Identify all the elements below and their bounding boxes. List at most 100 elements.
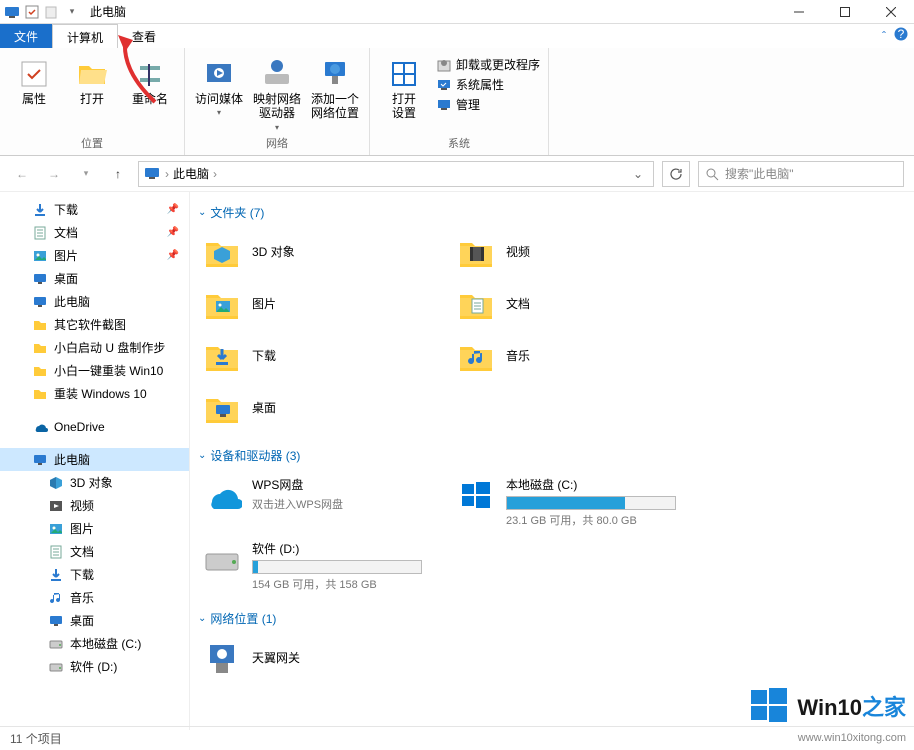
folder-icon bbox=[456, 233, 496, 273]
sidebar-item[interactable]: 此电脑 bbox=[0, 290, 189, 313]
content-pane: ⌄文件夹 (7) 3D 对象 视频图片 文档下载 音乐桌面 ⌄设备和驱动器 (3) W… bbox=[190, 192, 914, 730]
capacity-bar bbox=[506, 496, 676, 510]
address-bar[interactable]: › 此电脑 › ⌄ bbox=[138, 161, 654, 187]
folder-icon bbox=[202, 285, 242, 325]
chevron-down-icon: ⌄ bbox=[198, 207, 206, 218]
sidebar-item[interactable]: 图片 bbox=[0, 517, 189, 540]
search-placeholder: 搜索"此电脑" bbox=[725, 165, 794, 182]
minimize-button[interactable] bbox=[776, 0, 822, 24]
folder-tile[interactable]: 下载 bbox=[198, 333, 452, 381]
tab-computer[interactable]: 计算机 bbox=[52, 24, 118, 48]
folder-tile[interactable]: 3D 对象 bbox=[198, 229, 452, 277]
drive-name: WPS网盘 bbox=[252, 476, 448, 493]
map-drive-button[interactable]: 映射网络 驱动器▾ bbox=[251, 52, 303, 132]
rename-button[interactable]: 重命名 bbox=[124, 52, 176, 106]
close-button[interactable] bbox=[868, 0, 914, 24]
pin-icon: 📌 bbox=[167, 204, 179, 215]
section-folders[interactable]: ⌄文件夹 (7) bbox=[198, 204, 906, 221]
folder-tile[interactable]: 视频 bbox=[452, 229, 706, 277]
sidebar-thispc[interactable]: 此电脑 bbox=[0, 448, 189, 471]
sidebar-item[interactable]: 软件 (D:) bbox=[0, 655, 189, 678]
ribbon-collapse-icon[interactable]: ˆ bbox=[882, 29, 886, 43]
sidebar-item[interactable]: 视频 bbox=[0, 494, 189, 517]
sidebar-item-label: 下载 bbox=[70, 566, 94, 583]
folder-icon bbox=[202, 233, 242, 273]
sidebar-item-label: 文档 bbox=[54, 224, 78, 241]
sidebar-item[interactable]: 下载 bbox=[0, 563, 189, 586]
folder-label: 文档 bbox=[506, 285, 530, 312]
drive-tile[interactable]: 本地磁盘 (C:)23.1 GB 可用，共 80.0 GB bbox=[452, 472, 706, 532]
drive-tile[interactable]: 软件 (D:)154 GB 可用，共 158 GB bbox=[198, 536, 452, 596]
sidebar-item-label: 文档 bbox=[70, 543, 94, 560]
sidebar-item[interactable]: 下载 📌 bbox=[0, 198, 189, 221]
folder-label: 3D 对象 bbox=[252, 233, 295, 260]
sidebar-item[interactable]: 本地磁盘 (C:) bbox=[0, 632, 189, 655]
sidebar-item[interactable]: 桌面 bbox=[0, 609, 189, 632]
drive-icon bbox=[202, 540, 242, 580]
uninstall-button[interactable]: 卸载或更改程序 bbox=[436, 56, 540, 73]
open-settings-button[interactable]: 打开 设置 bbox=[378, 52, 430, 121]
forward-button[interactable]: → bbox=[42, 162, 66, 186]
access-media-button[interactable]: 访问媒体▾ bbox=[193, 52, 245, 117]
sidebar-item[interactable]: 音乐 bbox=[0, 586, 189, 609]
drive-icon bbox=[202, 476, 242, 516]
folder-tile[interactable]: 音乐 bbox=[452, 333, 706, 381]
folder-tile[interactable]: 文档 bbox=[452, 281, 706, 329]
ribbon-group-network: 访问媒体▾ 映射网络 驱动器▾ 添加一个 网络位置 网络 bbox=[185, 48, 370, 155]
drive-sub: 154 GB 可用，共 158 GB bbox=[252, 576, 448, 592]
pin-icon: 📌 bbox=[167, 250, 179, 261]
folder-label: 下载 bbox=[252, 337, 276, 364]
section-network[interactable]: ⌄网络位置 (1) bbox=[198, 610, 906, 627]
sidebar-item[interactable]: 图片 📌 bbox=[0, 244, 189, 267]
breadcrumb[interactable]: 此电脑 bbox=[169, 165, 213, 182]
maximize-button[interactable] bbox=[822, 0, 868, 24]
properties-button[interactable]: 属性 bbox=[8, 52, 60, 106]
tab-file[interactable]: 文件 bbox=[0, 24, 52, 48]
drive-icon bbox=[456, 476, 496, 516]
sidebar-item[interactable]: 3D 对象 bbox=[0, 471, 189, 494]
folder-label: 音乐 bbox=[506, 337, 530, 364]
folder-label: 视频 bbox=[506, 233, 530, 260]
sidebar-item-label: 其它软件截图 bbox=[54, 316, 126, 333]
search-input[interactable]: 搜索"此电脑" bbox=[698, 161, 904, 187]
title-bar: ▾ 此电脑 bbox=[0, 0, 914, 24]
back-button[interactable]: ← bbox=[10, 162, 34, 186]
network-label: 天翼网关 bbox=[252, 639, 300, 666]
refresh-button[interactable] bbox=[662, 161, 690, 187]
sidebar-onedrive[interactable]: OneDrive bbox=[0, 415, 189, 438]
sidebar-item-label: 软件 (D:) bbox=[70, 658, 117, 675]
qat-properties-icon[interactable] bbox=[24, 4, 40, 20]
folder-tile[interactable]: 图片 bbox=[198, 281, 452, 329]
tab-view[interactable]: 查看 bbox=[118, 24, 170, 48]
sidebar-item[interactable]: 其它软件截图 bbox=[0, 313, 189, 336]
search-icon bbox=[705, 167, 719, 181]
qat-dropdown-icon[interactable]: ▾ bbox=[64, 4, 80, 20]
manage-button[interactable]: 管理 bbox=[436, 96, 540, 113]
address-dropdown-icon[interactable]: ⌄ bbox=[627, 167, 649, 181]
up-button[interactable]: ↑ bbox=[106, 162, 130, 186]
open-button[interactable]: 打开 bbox=[66, 52, 118, 106]
section-drives[interactable]: ⌄设备和驱动器 (3) bbox=[198, 447, 906, 464]
network-icon bbox=[202, 639, 242, 679]
sidebar-item[interactable]: 桌面 bbox=[0, 267, 189, 290]
qat-newfolder-icon[interactable] bbox=[44, 4, 60, 20]
drive-sub: 23.1 GB 可用，共 80.0 GB bbox=[506, 512, 702, 528]
add-network-location-button[interactable]: 添加一个 网络位置 bbox=[309, 52, 361, 121]
sidebar-item[interactable]: 文档📌 bbox=[0, 221, 189, 244]
folder-icon bbox=[456, 337, 496, 377]
sidebar-item[interactable]: 重装 Windows 10 bbox=[0, 382, 189, 405]
sidebar-item-label: 下载 bbox=[54, 201, 78, 218]
capacity-bar bbox=[252, 560, 422, 574]
system-properties-button[interactable]: 系统属性 bbox=[436, 76, 540, 93]
sidebar-item[interactable]: 小白一键重装 Win10 bbox=[0, 359, 189, 382]
sidebar-item[interactable]: 小白启动 U 盘制作步 bbox=[0, 336, 189, 359]
sidebar-item-label: 桌面 bbox=[54, 270, 78, 287]
help-icon[interactable]: ? bbox=[894, 27, 908, 44]
folder-tile[interactable]: 桌面 bbox=[198, 385, 452, 433]
sidebar-item[interactable]: 文档 bbox=[0, 540, 189, 563]
breadcrumb-sep[interactable]: › bbox=[213, 167, 217, 181]
network-tile[interactable]: 天翼网关 bbox=[198, 635, 452, 683]
recent-dropdown[interactable]: ▾ bbox=[74, 162, 98, 186]
sidebar-item-label: 图片 bbox=[54, 247, 78, 264]
drive-tile[interactable]: WPS网盘双击进入WPS网盘 bbox=[198, 472, 452, 532]
